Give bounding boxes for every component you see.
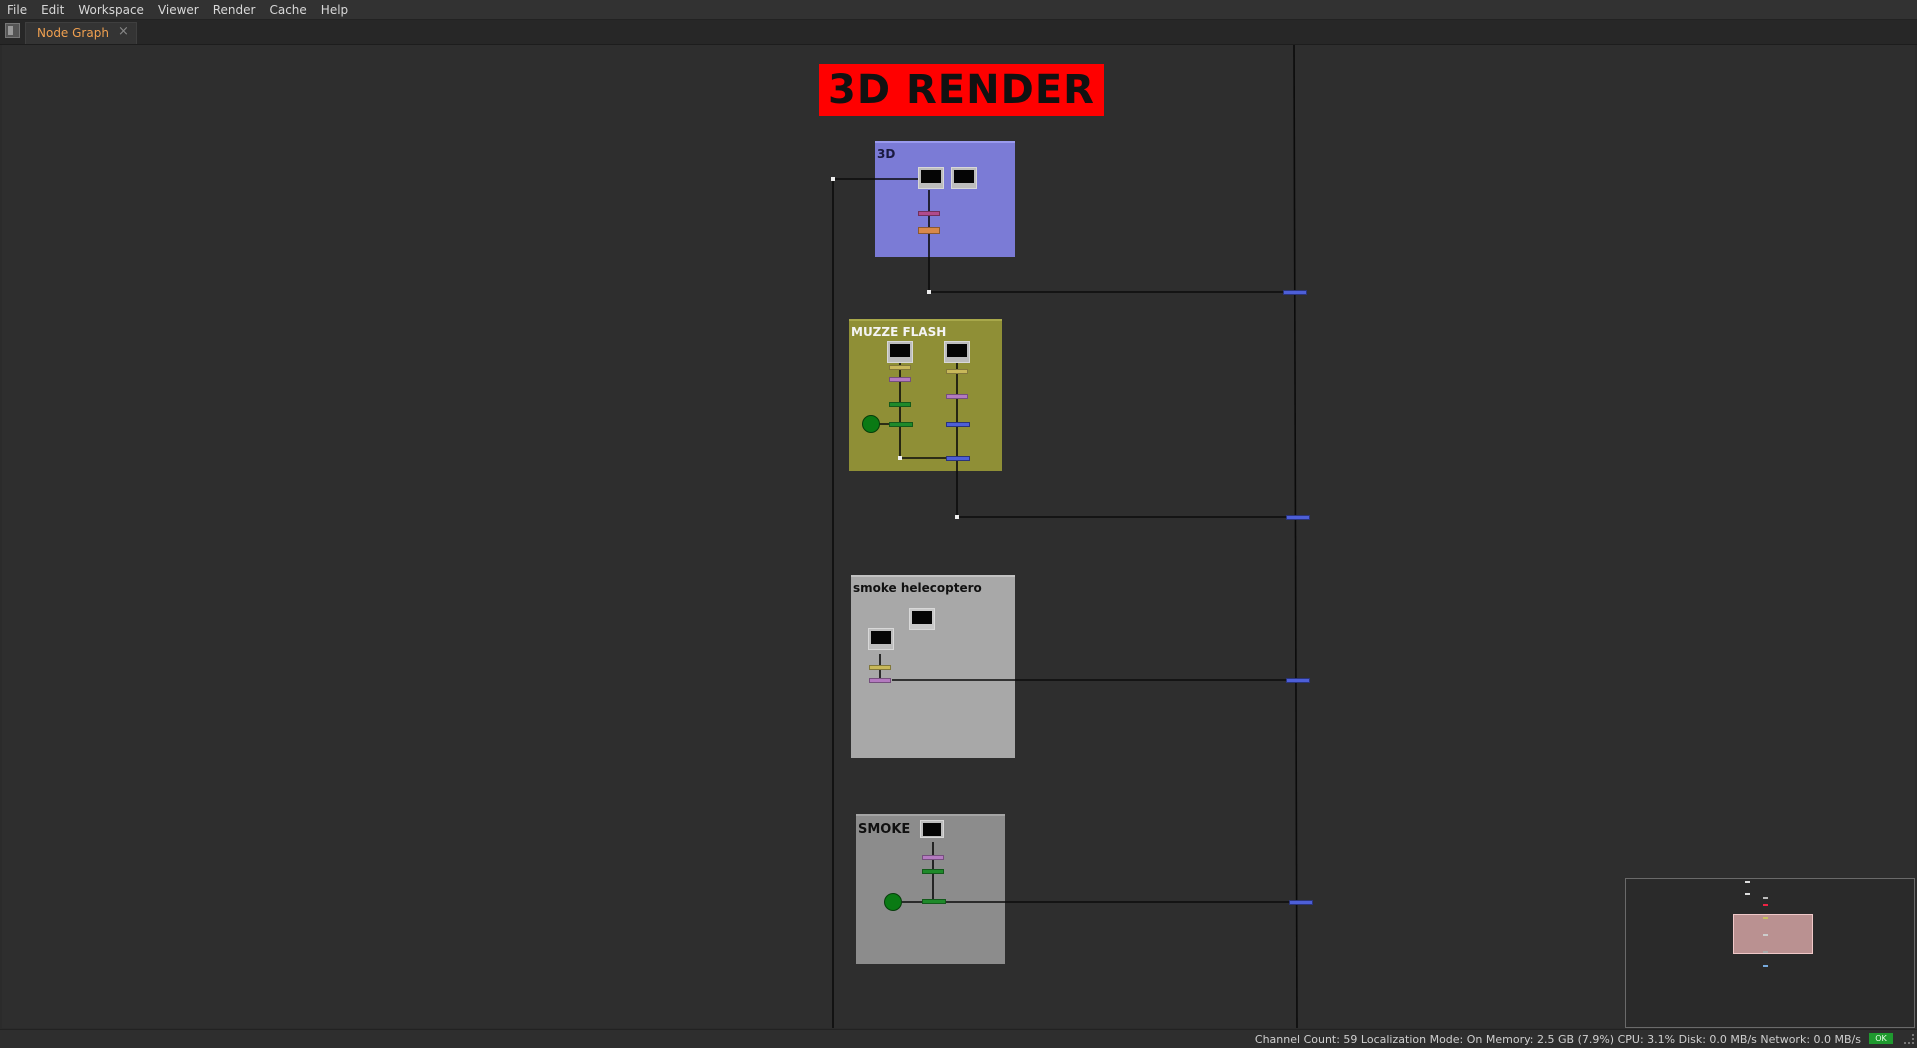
merge-node[interactable] <box>946 422 970 427</box>
merge-node[interactable] <box>922 899 946 904</box>
read-node[interactable] <box>951 167 977 189</box>
color-correct-node[interactable] <box>869 678 891 683</box>
menu-viewer[interactable]: Viewer <box>151 3 206 17</box>
panel-menu-icon[interactable] <box>5 23 20 38</box>
close-icon[interactable]: × <box>118 24 129 39</box>
tab-node-graph[interactable]: Node Graph × <box>25 22 137 44</box>
status-ok-badge: OK <box>1869 1033 1893 1044</box>
read-node[interactable] <box>944 341 970 363</box>
dot-node[interactable] <box>884 893 902 911</box>
merge-node[interactable] <box>922 869 944 874</box>
status-text: Channel Count: 59 Localization Mode: On … <box>1254 1033 1861 1046</box>
tab-label: Node Graph <box>37 26 109 40</box>
transform-node[interactable] <box>918 227 940 234</box>
read-node[interactable] <box>868 628 894 650</box>
sticky-note-3d-render[interactable]: 3D RENDER <box>819 64 1104 116</box>
grade-node[interactable] <box>869 665 891 670</box>
wire-elbow-dot[interactable] <box>831 177 835 181</box>
color-correct-node[interactable] <box>889 377 911 382</box>
merge-node[interactable] <box>1283 290 1307 295</box>
menu-cache[interactable]: Cache <box>262 3 313 17</box>
grade-node[interactable] <box>946 369 968 374</box>
merge-node[interactable] <box>889 422 913 427</box>
wire-elbow-dot[interactable] <box>898 456 902 460</box>
menu-render[interactable]: Render <box>206 3 263 17</box>
minimap-node-mark <box>1745 893 1750 895</box>
resize-grip-icon[interactable] <box>1904 1034 1914 1044</box>
merge-node[interactable] <box>1286 678 1310 683</box>
checkerboard-node[interactable] <box>909 608 935 630</box>
minimap-node-mark <box>1763 917 1768 919</box>
minimap-node-mark <box>1763 965 1768 967</box>
merge-node[interactable] <box>1289 900 1313 905</box>
minimap-node-mark <box>1763 897 1768 899</box>
status-bar: Channel Count: 59 Localization Mode: On … <box>0 1029 1917 1048</box>
merge-node[interactable] <box>946 456 970 461</box>
panel-tab-bar: Node Graph × <box>0 20 1917 45</box>
menu-workspace[interactable]: Workspace <box>71 3 151 17</box>
read-node[interactable] <box>918 167 944 189</box>
graph-minimap[interactable] <box>1625 878 1915 1028</box>
color-correct-node[interactable] <box>946 394 968 399</box>
merge-node[interactable] <box>889 402 911 407</box>
dot-node[interactable] <box>862 415 880 433</box>
minimap-node-mark <box>1763 951 1768 953</box>
minimap-viewport[interactable] <box>1733 914 1813 954</box>
menu-help[interactable]: Help <box>314 3 355 17</box>
menu-edit[interactable]: Edit <box>34 3 71 17</box>
grade-node[interactable] <box>889 365 911 370</box>
merge-node[interactable] <box>1286 515 1310 520</box>
node-graph-canvas[interactable]: 3D MUZZE FLASH smoke helecoptero SMOKE 3… <box>2 45 1915 1028</box>
minimap-node-mark <box>1763 934 1768 936</box>
read-node[interactable] <box>887 341 913 363</box>
minimap-node-mark <box>1763 904 1768 906</box>
menu-file[interactable]: File <box>0 3 34 17</box>
read-node[interactable] <box>920 820 944 838</box>
color-correct-node[interactable] <box>922 855 944 860</box>
menu-bar: File Edit Workspace Viewer Render Cache … <box>0 0 1917 20</box>
wire-elbow-dot[interactable] <box>927 290 931 294</box>
grade-node[interactable] <box>918 211 940 216</box>
minimap-node-mark <box>1745 881 1750 883</box>
wire-elbow-dot[interactable] <box>955 515 959 519</box>
